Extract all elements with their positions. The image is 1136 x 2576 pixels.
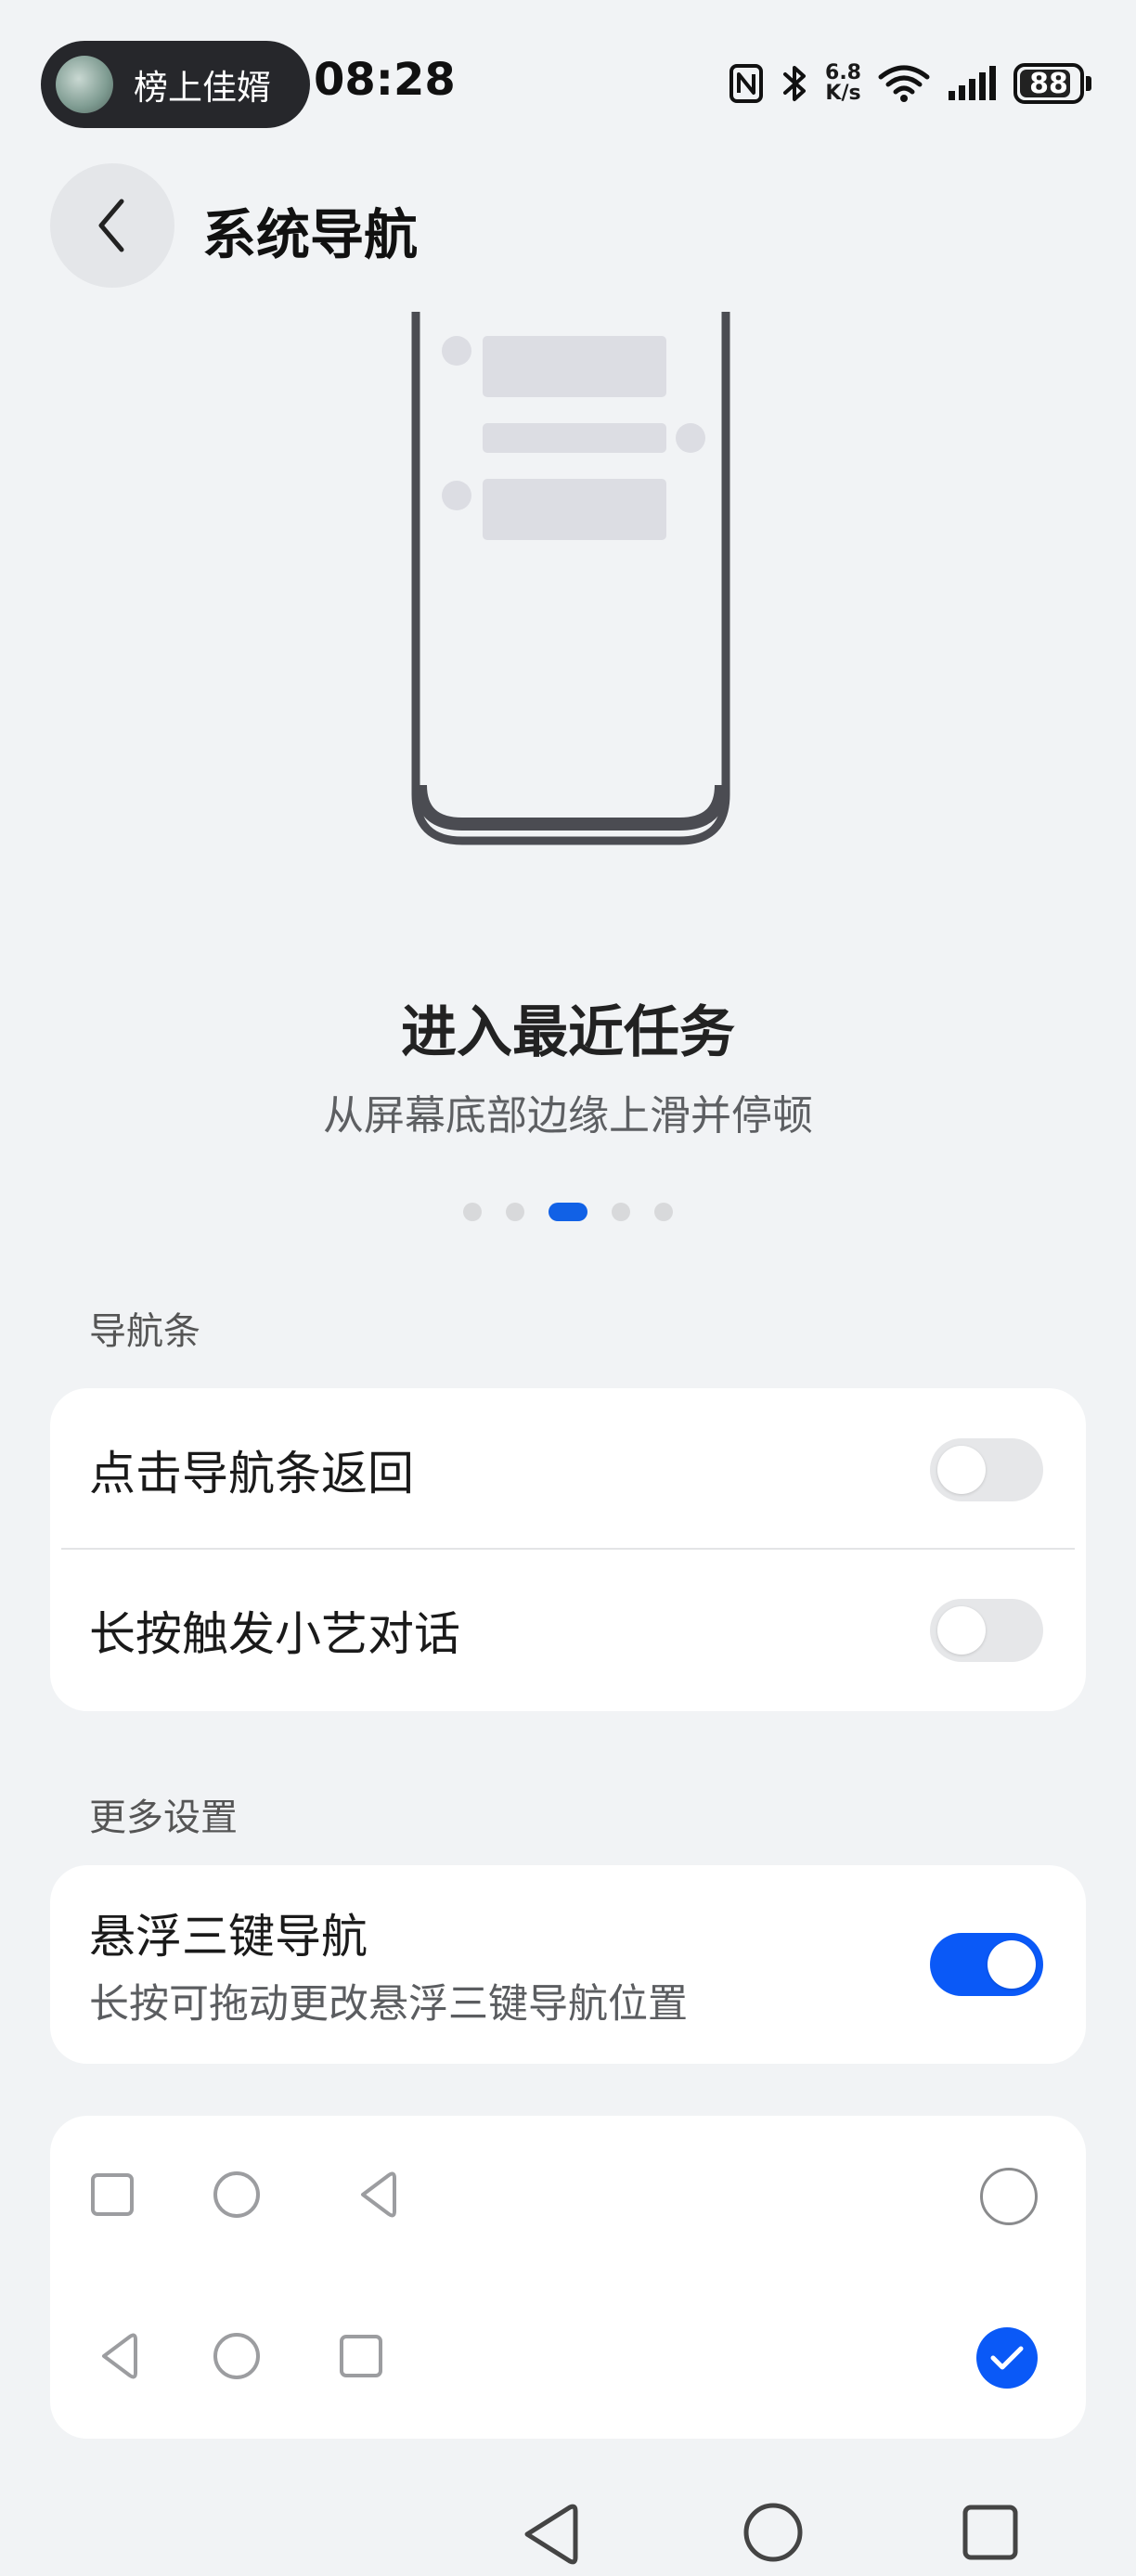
page-indicator[interactable]	[0, 1203, 1136, 1221]
setting-label: 点击导航条返回	[89, 1447, 414, 1501]
circle-icon	[213, 2171, 260, 2218]
key-layout-option[interactable]	[50, 2277, 1086, 2439]
setting-label: 悬浮三键导航	[89, 1910, 368, 1964]
recent-tasks-illustration	[408, 312, 733, 850]
page-dot[interactable]	[463, 1203, 482, 1221]
page-dot[interactable]	[654, 1203, 673, 1221]
section-label-nav-bar: 导航条	[89, 1310, 200, 1353]
floating-nav-toggle[interactable]	[930, 1933, 1043, 1996]
home-key-icon[interactable]	[741, 2500, 806, 2565]
chevron-left-icon	[98, 199, 124, 252]
guide-subtitle: 从屏幕底部边缘上滑并停顿	[323, 1092, 813, 1140]
setting-row-tap-back[interactable]: 点击导航条返回	[50, 1388, 1086, 1552]
toggle-knob	[937, 1606, 986, 1655]
section-label-more: 更多设置	[89, 1797, 238, 1839]
battery-tip	[1086, 76, 1091, 91]
nfc-icon	[729, 58, 764, 109]
triangle-back-icon	[102, 2333, 137, 2379]
setting-row-long-press-assistant[interactable]: 长按触发小艺对话	[50, 1550, 1086, 1711]
user-pill[interactable]: 榜上佳婿	[41, 41, 310, 128]
battery-icon: 88	[1013, 58, 1091, 109]
battery-level: 88	[1029, 67, 1068, 100]
wifi-icon	[878, 58, 930, 109]
layout-radio[interactable]	[980, 2168, 1038, 2225]
key-order-preview	[91, 2171, 396, 2218]
toggle-knob	[988, 1940, 1036, 1989]
page-dot-active[interactable]	[549, 1203, 587, 1221]
status-time: 08:28	[314, 54, 456, 106]
net-speed-unit: K/s	[825, 82, 861, 105]
page-dot[interactable]	[612, 1203, 630, 1221]
net-speed: 6.8 K/s	[825, 58, 861, 109]
square-icon	[340, 2335, 382, 2377]
back-button[interactable]	[50, 163, 174, 288]
circle-icon	[213, 2333, 260, 2379]
key-layout-card	[50, 2116, 1086, 2439]
page-title: 系统导航	[202, 203, 419, 266]
setting-label: 长按触发小艺对话	[89, 1607, 460, 1661]
nav-bar-settings-card: 点击导航条返回 长按触发小艺对话	[50, 1388, 1086, 1711]
tap-back-toggle[interactable]	[930, 1438, 1043, 1501]
net-speed-value: 6.8	[825, 61, 861, 84]
recent-key-icon[interactable]	[960, 2502, 1025, 2567]
avatar	[56, 56, 113, 113]
back-key-icon[interactable]	[520, 2502, 585, 2567]
toggle-knob	[937, 1446, 986, 1494]
check-icon	[990, 2346, 1024, 2370]
key-order-preview	[102, 2333, 382, 2379]
key-layout-option[interactable]	[50, 2116, 1086, 2277]
floating-nav-card: 悬浮三键导航 长按可拖动更改悬浮三键导航位置	[50, 1865, 1086, 2064]
square-icon	[91, 2173, 134, 2216]
system-nav-keys	[0, 2487, 1136, 2570]
bluetooth-icon	[781, 58, 808, 109]
guide-title: 进入最近任务	[401, 1000, 735, 1065]
setting-description: 长按可拖动更改悬浮三键导航位置	[89, 1981, 688, 2028]
setting-row-floating-nav[interactable]: 悬浮三键导航 长按可拖动更改悬浮三键导航位置	[50, 1865, 1086, 2064]
triangle-back-icon	[361, 2171, 396, 2218]
signal-icon	[947, 58, 997, 109]
layout-radio-checked[interactable]	[976, 2327, 1038, 2389]
user-name: 榜上佳婿	[134, 68, 271, 108]
page-dot[interactable]	[506, 1203, 524, 1221]
battery: 88	[1013, 63, 1084, 104]
status-icons: 6.8 K/s 88	[729, 54, 1091, 113]
long-press-assistant-toggle[interactable]	[930, 1599, 1043, 1662]
